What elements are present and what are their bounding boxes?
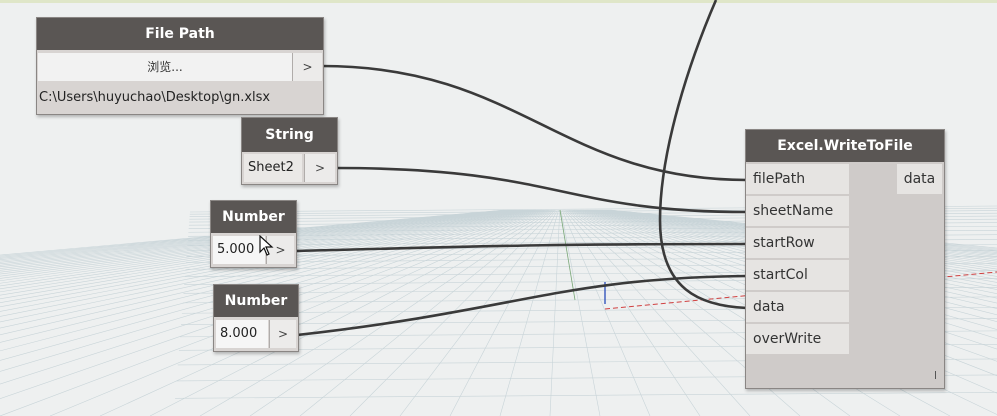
- input-port-startrow[interactable]: startRow: [746, 228, 849, 258]
- node-title[interactable]: Excel.WriteToFile: [746, 130, 944, 162]
- file-path-value: C:\Users\huyuchao\Desktop\gn.xlsx: [39, 90, 271, 105]
- input-ports: filePath sheetName startRow startCol dat…: [746, 164, 849, 356]
- node-title[interactable]: File Path: [37, 18, 323, 50]
- input-port-filepath[interactable]: filePath: [746, 164, 849, 194]
- node-title[interactable]: Number: [211, 201, 296, 233]
- string-node[interactable]: String Sheet2 >: [241, 117, 338, 185]
- file-path-node[interactable]: File Path 浏览... > C:\Users\huyuchao\Desk…: [36, 17, 324, 115]
- output-port[interactable]: >: [304, 154, 335, 182]
- string-input[interactable]: Sheet2: [244, 154, 302, 182]
- output-port[interactable]: >: [292, 53, 322, 81]
- node-title[interactable]: String: [242, 118, 337, 152]
- output-port[interactable]: >: [269, 320, 296, 348]
- number-node-start-col[interactable]: Number 8.000 >: [213, 284, 299, 352]
- excel-write-to-file-node[interactable]: Excel.WriteToFile filePath sheetName sta…: [745, 129, 945, 389]
- mouse-cursor-icon: [259, 235, 274, 256]
- input-port-sheetname[interactable]: sheetName: [746, 196, 849, 226]
- input-port-data[interactable]: data: [746, 292, 849, 322]
- output-port-data[interactable]: data: [897, 164, 942, 194]
- input-port-startcol[interactable]: startCol: [746, 260, 849, 290]
- node-title[interactable]: Number: [214, 285, 298, 317]
- lacing-indicator: [935, 371, 936, 379]
- browse-button[interactable]: 浏览...: [38, 53, 292, 81]
- number-input[interactable]: 5.000: [213, 236, 265, 264]
- input-port-overwrite[interactable]: overWrite: [746, 324, 849, 354]
- number-node-start-row[interactable]: Number 5.000 >: [210, 200, 297, 268]
- number-input[interactable]: 8.000: [216, 320, 268, 348]
